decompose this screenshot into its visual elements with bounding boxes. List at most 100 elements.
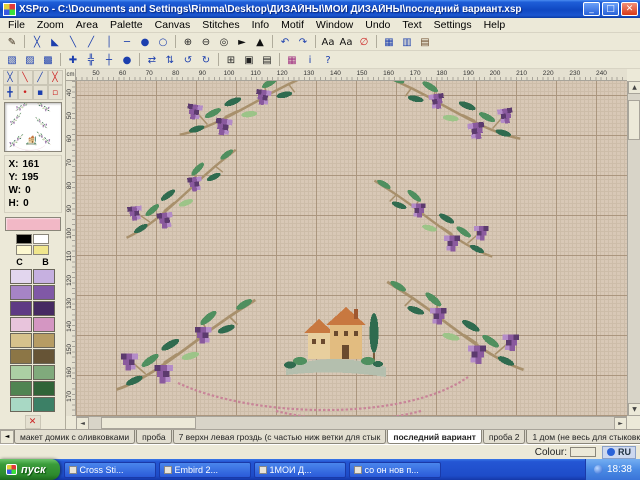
menu-item-text[interactable]: Text xyxy=(396,18,427,33)
stitch-petite-tool[interactable]: ╋ xyxy=(3,85,18,100)
select-arrow-icon[interactable]: ► xyxy=(233,34,251,50)
backstitch-icon[interactable]: │ xyxy=(100,34,118,50)
no-colour-icon[interactable]: ∅ xyxy=(355,34,373,50)
stitch-bead-tool[interactable]: ▪ xyxy=(33,85,48,100)
petite-cross-icon[interactable]: ┼ xyxy=(100,52,118,68)
quarter-stitch-icon[interactable]: ╱ xyxy=(82,34,100,50)
start-button[interactable]: пуск xyxy=(0,459,60,480)
center-view-icon[interactable]: ▥ xyxy=(398,34,416,50)
menu-item-motif[interactable]: Motif xyxy=(275,18,310,33)
double-cross-icon[interactable]: ╬ xyxy=(82,52,100,68)
design-canvas[interactable] xyxy=(76,81,627,416)
taskbar-task-3[interactable]: со он нов п... xyxy=(349,462,441,478)
vertical-scroll-track[interactable] xyxy=(628,94,640,403)
palette-swatch[interactable] xyxy=(33,317,55,332)
palette-swatch[interactable] xyxy=(33,365,55,380)
horizontal-scroll-track[interactable] xyxy=(89,417,614,429)
grid-toggle-icon[interactable]: ▦ xyxy=(380,34,398,50)
quick-swatch[interactable] xyxy=(33,245,49,255)
cross-icon[interactable]: ✚ xyxy=(64,52,82,68)
palette-swatch[interactable] xyxy=(10,365,32,380)
menu-item-palette[interactable]: Palette xyxy=(104,18,149,33)
horizontal-scrollbar[interactable]: ◄ ► xyxy=(76,416,627,429)
stitch-full-tool[interactable]: ╳ xyxy=(3,70,18,85)
pattern-tab-2[interactable]: 7 верхн левая гроздь (с частью ниж ветки… xyxy=(173,430,387,444)
tray-network-icon[interactable] xyxy=(594,465,603,474)
longstitch-icon[interactable]: ─ xyxy=(118,34,136,50)
font-cyrillic-icon[interactable]: Аа xyxy=(337,34,355,50)
taskbar-task-0[interactable]: Cross Sti... xyxy=(64,462,156,478)
pattern-tab-1[interactable]: проба xyxy=(136,430,171,444)
three-quarter-stitch-icon[interactable]: ◣ xyxy=(46,34,64,50)
menu-item-window[interactable]: Window xyxy=(310,18,359,33)
menu-item-undo[interactable]: Undo xyxy=(359,18,396,33)
palette-swatch[interactable] xyxy=(10,301,32,316)
undo-icon[interactable]: ↶ xyxy=(276,34,294,50)
position-icon[interactable]: ⊞ xyxy=(222,52,240,68)
delete-colour-button[interactable]: ✕ xyxy=(25,415,41,429)
stitch-quarter-tool[interactable]: ╱ xyxy=(33,70,48,85)
rotate-left-icon[interactable]: ↺ xyxy=(179,52,197,68)
zoom-actual-icon[interactable]: ◎ xyxy=(215,34,233,50)
palette-swatch[interactable] xyxy=(33,333,55,348)
full-stitch-icon[interactable]: ╳ xyxy=(28,34,46,50)
stitch-knot-tool[interactable]: • xyxy=(18,85,33,100)
vertical-scrollbar[interactable]: ▲ ▼ xyxy=(627,81,640,416)
horizontal-scroll-thumb[interactable] xyxy=(101,417,196,429)
stitch-view-icon[interactable]: ▧ xyxy=(3,52,21,68)
french-knot-icon[interactable]: ● xyxy=(136,34,154,50)
scroll-up-icon[interactable]: ▲ xyxy=(628,81,640,94)
half-stitch-icon[interactable]: ╲ xyxy=(64,34,82,50)
dot-stitch-icon[interactable]: ● xyxy=(118,52,136,68)
taskbar-task-2[interactable]: 1МОИ Д... xyxy=(254,462,346,478)
close-button[interactable]: ✕ xyxy=(621,2,638,16)
menu-item-help[interactable]: Help xyxy=(478,18,512,33)
help-icon[interactable]: ? xyxy=(319,52,337,68)
menu-item-info[interactable]: Info xyxy=(246,18,276,33)
taskbar-task-1[interactable]: Embird 2... xyxy=(159,462,251,478)
palette-swatch[interactable] xyxy=(10,381,32,396)
vertical-scroll-thumb[interactable] xyxy=(628,100,640,140)
fill-tool-icon[interactable]: ▲ xyxy=(251,34,269,50)
palette-swatch[interactable] xyxy=(10,397,32,412)
scroll-down-icon[interactable]: ▼ xyxy=(628,403,640,416)
pattern-tab-3[interactable]: последний вариант xyxy=(387,430,482,444)
flip-vertical-icon[interactable]: ⇅ xyxy=(161,52,179,68)
palette-swatch[interactable] xyxy=(10,349,32,364)
tab-scroll-left-icon[interactable]: ◄ xyxy=(0,430,14,444)
copy-icon[interactable]: ▣ xyxy=(240,52,258,68)
maximize-button[interactable]: □ xyxy=(602,2,619,16)
paste-icon[interactable]: ▤ xyxy=(258,52,276,68)
menu-item-area[interactable]: Area xyxy=(70,18,104,33)
palette-swatch[interactable] xyxy=(33,397,55,412)
palette-swatch[interactable] xyxy=(33,285,55,300)
palette-swatch[interactable] xyxy=(33,301,55,316)
flip-horizontal-icon[interactable]: ⇄ xyxy=(143,52,161,68)
quick-swatch[interactable] xyxy=(16,234,32,244)
zoom-in-icon[interactable]: ⊕ xyxy=(179,34,197,50)
current-colour-swatch[interactable] xyxy=(5,217,61,231)
pattern-view-icon[interactable]: ▩ xyxy=(39,52,57,68)
palette-swatch[interactable] xyxy=(33,269,55,284)
palette-swatch[interactable] xyxy=(33,349,55,364)
grid-view-icon[interactable]: ▨ xyxy=(21,52,39,68)
pattern-tab-4[interactable]: проба 2 xyxy=(483,430,526,444)
pattern-tab-5[interactable]: 1 дом (не весь для стыковки) xyxy=(526,430,640,444)
bead-icon[interactable]: ○ xyxy=(154,34,172,50)
redo-icon[interactable]: ↷ xyxy=(294,34,312,50)
scroll-left-icon[interactable]: ◄ xyxy=(76,417,89,430)
library-icon[interactable]: ▤ xyxy=(416,34,434,50)
menu-item-settings[interactable]: Settings xyxy=(428,18,478,33)
menu-item-canvas[interactable]: Canvas xyxy=(149,18,197,33)
palette-swatch[interactable] xyxy=(33,381,55,396)
palette-swatch[interactable] xyxy=(10,317,32,332)
pattern-tab-0[interactable]: макет домик с оливковками xyxy=(14,430,135,444)
menu-item-stitches[interactable]: Stitches xyxy=(196,18,245,33)
info-icon[interactable]: i xyxy=(301,52,319,68)
quick-swatch[interactable] xyxy=(16,245,32,255)
language-bar[interactable]: RU xyxy=(602,446,636,459)
stitch-special-tool[interactable]: ▫ xyxy=(48,85,63,100)
menu-item-zoom[interactable]: Zoom xyxy=(31,18,70,33)
palette-colors-icon[interactable]: ▦ xyxy=(283,52,301,68)
pencil-tool-icon[interactable]: ✎ xyxy=(3,34,21,50)
